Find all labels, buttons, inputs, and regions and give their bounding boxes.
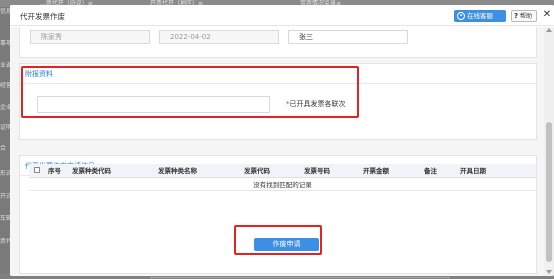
column-header: 开具日期 bbox=[457, 164, 536, 178]
column-header: 序号 bbox=[45, 164, 69, 178]
attachments-highlight-box bbox=[21, 66, 359, 118]
apply-button-highlight-box bbox=[234, 225, 322, 255]
dialog-scrollbar[interactable] bbox=[544, 27, 554, 276]
invoice-void-dialog: 代开发票作废 ⚭ 在线客服 ? 帮助 ✕ 陈家秀 2022-04-02 张三 附… bbox=[10, 5, 554, 276]
background-side-label: 合 bbox=[0, 145, 7, 152]
table-header-row: 序号 发票种类代码 发票种类名称 发票代码 发票号码 开票金额 备注 开具日期 bbox=[29, 164, 536, 178]
background-side-label: 事项 bbox=[0, 40, 10, 47]
column-header: 发票代码 bbox=[241, 164, 301, 178]
select-all-checkbox[interactable] bbox=[29, 164, 45, 178]
invoice-table: 序号 发票种类代码 发票种类名称 发票代码 发票号码 开票金额 备注 开具日期 … bbox=[29, 164, 536, 191]
scroll-up-arrow-icon[interactable] bbox=[546, 28, 552, 32]
column-header: 发票号码 bbox=[301, 164, 360, 178]
help-label: 帮助 bbox=[519, 13, 532, 20]
online-service-label: 在线客服 bbox=[467, 12, 493, 20]
question-icon: ? bbox=[514, 12, 519, 20]
column-header: 发票种类名称 bbox=[155, 164, 241, 178]
background-side-label: 经营地 bbox=[0, 82, 10, 89]
background-side-label: 开式 bbox=[0, 193, 10, 200]
background-side-label: 企业 bbox=[0, 104, 10, 111]
operator-field[interactable]: 陈家秀 bbox=[30, 30, 150, 44]
headset-icon: ⚭ bbox=[457, 12, 465, 20]
help-button[interactable]: ? 帮助 bbox=[511, 10, 537, 22]
column-header: 备注 bbox=[421, 164, 457, 178]
background-side-label: 形式 bbox=[0, 170, 10, 177]
scroll-thumb[interactable] bbox=[546, 122, 552, 262]
date-field[interactable]: 2022-04-02 bbox=[159, 30, 279, 44]
basic-info-panel: 陈家秀 2022-04-02 张三 bbox=[19, 27, 537, 58]
dialog-header: 代开发票作废 ⚭ 在线客服 ? 帮助 ✕ bbox=[10, 5, 554, 26]
column-header: 开票金额 bbox=[360, 164, 421, 178]
table-row: 没有找到匹配的记录 bbox=[29, 177, 536, 191]
column-header: 发票种类代码 bbox=[69, 164, 155, 178]
background-side-label: 证明 bbox=[0, 124, 10, 131]
empty-table-message: 没有找到匹配的记录 bbox=[29, 177, 536, 191]
online-service-button[interactable]: ⚭ 在线客服 bbox=[454, 10, 506, 22]
background-side-label: 业调 bbox=[0, 62, 10, 69]
dialog-title: 代开发票作废 bbox=[20, 12, 65, 21]
background-side-label: 车辆 bbox=[0, 215, 10, 222]
close-icon[interactable]: ✕ bbox=[542, 9, 552, 21]
name-field[interactable]: 张三 bbox=[288, 30, 408, 44]
background-side-label: 票代 bbox=[0, 238, 10, 245]
background-side-label: 信息 bbox=[0, 8, 10, 15]
scroll-down-arrow-icon[interactable] bbox=[546, 270, 552, 274]
